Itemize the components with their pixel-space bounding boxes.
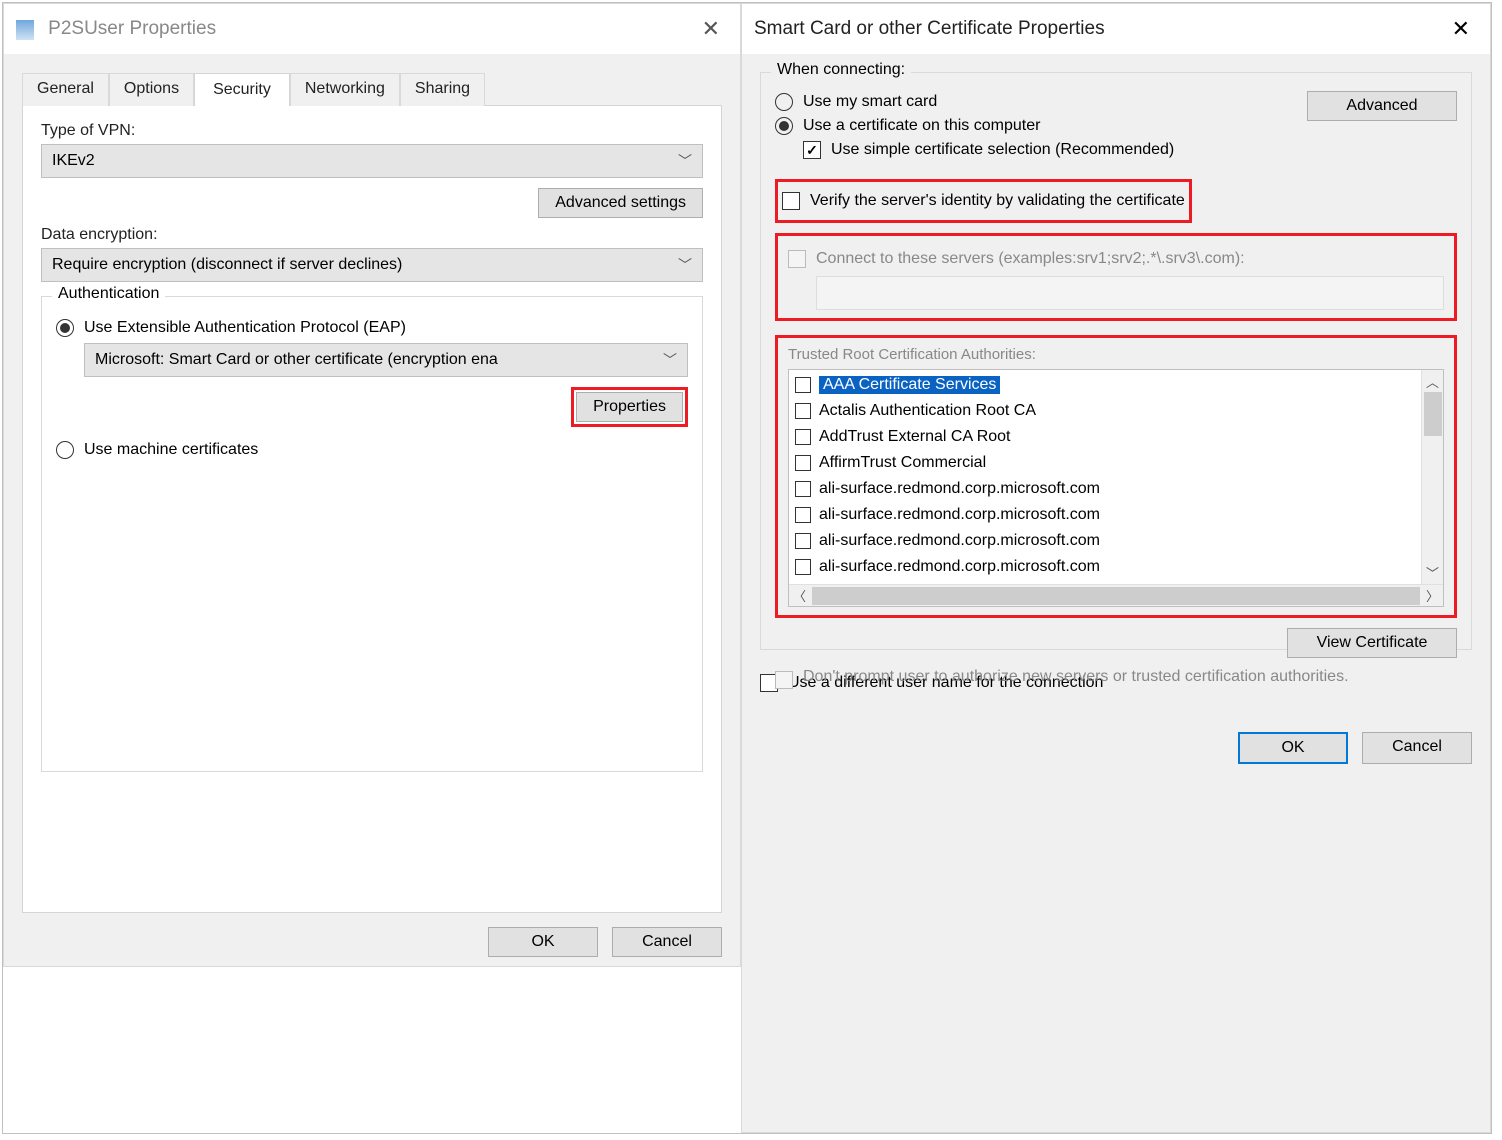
- data-encryption-select[interactable]: Require encryption (disconnect if server…: [41, 248, 703, 282]
- tab-strip: General Options Security Networking Shar…: [22, 72, 722, 105]
- when-connecting-legend: When connecting:: [771, 61, 911, 79]
- ca-list-item[interactable]: ali-surface.redmond.corp.microsoft.com: [795, 476, 1415, 502]
- tab-networking[interactable]: Networking: [290, 73, 400, 106]
- check-simple-selection-label: Use simple certificate selection (Recomm…: [831, 141, 1174, 159]
- view-certificate-button[interactable]: View Certificate: [1287, 628, 1457, 658]
- vpn-type-value: IKEv2: [52, 152, 95, 170]
- radio-use-smartcard-label: Use my smart card: [803, 93, 937, 111]
- check-dont-prompt: Don't prompt user to authorize new serve…: [775, 668, 1457, 689]
- dialog-body: When connecting: Advanced Use my smart c…: [742, 54, 1490, 1132]
- radio-machine-certs-label: Use machine certificates: [84, 441, 258, 459]
- advanced-settings-button[interactable]: Advanced settings: [538, 188, 703, 218]
- scroll-left-icon[interactable]: 〈: [789, 586, 810, 605]
- scroll-right-icon[interactable]: 〉: [1422, 586, 1443, 605]
- ca-item-label: AAA Certificate Services: [819, 376, 1000, 394]
- check-dont-prompt-label: Don't prompt user to authorize new serve…: [803, 668, 1349, 686]
- check-connect-servers: Connect to these servers (examples:srv1;…: [788, 250, 1444, 268]
- ca-list-item[interactable]: AddTrust External CA Root: [795, 424, 1415, 450]
- titlebar: Smart Card or other Certificate Properti…: [742, 4, 1490, 54]
- app-icon: [16, 20, 34, 40]
- tab-sharing[interactable]: Sharing: [400, 73, 485, 106]
- ca-list-item[interactable]: AffirmTrust Commercial: [795, 450, 1415, 476]
- trusted-ca-list[interactable]: AAA Certificate Services Actalis Authenti…: [788, 369, 1444, 607]
- radio-icon: [56, 441, 74, 459]
- smartcard-properties-dialog: Smart Card or other Certificate Properti…: [741, 3, 1491, 1133]
- radio-use-eap-label: Use Extensible Authentication Protocol (…: [84, 319, 406, 337]
- checkbox-icon: [795, 403, 811, 419]
- scroll-down-icon[interactable]: ﹀: [1422, 561, 1443, 584]
- tab-security[interactable]: Security: [194, 73, 290, 106]
- radio-use-eap[interactable]: Use Extensible Authentication Protocol (…: [56, 319, 688, 337]
- ca-item-label: ali-surface.redmond.corp.microsoft.com: [819, 532, 1100, 550]
- cancel-button[interactable]: Cancel: [1362, 732, 1472, 764]
- checkbox-icon: [803, 141, 821, 159]
- checkbox-icon: [775, 671, 793, 689]
- checkbox-icon: [795, 533, 811, 549]
- security-panel: Type of VPN: IKEv2 ﹀ Advanced settings D…: [22, 105, 722, 913]
- ca-item-label: Actalis Authentication Root CA: [819, 402, 1036, 420]
- eap-method-value: Microsoft: Smart Card or other certifica…: [95, 351, 498, 369]
- horizontal-scrollbar[interactable]: 〈 〉: [789, 584, 1443, 606]
- dialog-title: P2SUser Properties: [48, 18, 216, 39]
- data-encryption-value: Require encryption (disconnect if server…: [52, 256, 402, 274]
- ca-item-label: AffirmTrust Commercial: [819, 454, 986, 472]
- checkbox-icon: [795, 455, 811, 471]
- vertical-scrollbar[interactable]: ︿ ﹀: [1421, 370, 1443, 584]
- tab-options[interactable]: Options: [109, 73, 194, 106]
- vpn-type-label: Type of VPN:: [41, 122, 703, 140]
- ca-list-item[interactable]: ali-surface.redmond.corp.microsoft.com: [795, 554, 1415, 580]
- radio-icon: [775, 93, 793, 111]
- vpn-type-select[interactable]: IKEv2 ﹀: [41, 144, 703, 178]
- when-connecting-group: When connecting: Advanced Use my smart c…: [760, 72, 1472, 650]
- ca-list-item[interactable]: AAA Certificate Services: [795, 372, 1415, 398]
- p2suser-properties-dialog: P2SUser Properties ✕ General Options Sec…: [3, 3, 741, 967]
- ca-list-item[interactable]: ali-surface.redmond.corp.microsoft.com: [795, 528, 1415, 554]
- titlebar: P2SUser Properties ✕: [4, 4, 740, 54]
- servers-input: [816, 276, 1444, 310]
- checkbox-icon: [782, 192, 800, 210]
- trusted-root-label: Trusted Root Certification Authorities:: [788, 346, 1444, 363]
- ca-item-label: ali-surface.redmond.corp.microsoft.com: [819, 558, 1100, 576]
- ca-item-label: AddTrust External CA Root: [819, 428, 1011, 446]
- eap-method-select[interactable]: Microsoft: Smart Card or other certifica…: [84, 343, 688, 377]
- check-verify-identity-label: Verify the server's identity by validati…: [810, 192, 1185, 210]
- ok-button[interactable]: OK: [1238, 732, 1348, 764]
- data-encryption-label: Data encryption:: [41, 226, 703, 244]
- advanced-button[interactable]: Advanced: [1307, 91, 1457, 121]
- radio-use-certificate-label: Use a certificate on this computer: [803, 117, 1040, 135]
- properties-button[interactable]: Properties: [576, 392, 683, 422]
- ca-item-label: ali-surface.redmond.corp.microsoft.com: [819, 506, 1100, 524]
- chevron-down-icon: ﹀: [678, 255, 692, 275]
- dialog-body: General Options Security Networking Shar…: [4, 54, 740, 966]
- dialog-title: Smart Card or other Certificate Properti…: [754, 18, 1105, 40]
- ca-list-item[interactable]: ali-surface.redmond.corp.microsoft.com: [795, 502, 1415, 528]
- authentication-group: Authentication Use Extensible Authentica…: [41, 296, 703, 772]
- cancel-button[interactable]: Cancel: [612, 927, 722, 957]
- ok-button[interactable]: OK: [488, 927, 598, 957]
- checkbox-icon: [795, 429, 811, 445]
- checkbox-icon: [795, 377, 811, 393]
- chevron-down-icon: ﹀: [663, 350, 677, 370]
- check-verify-identity[interactable]: Verify the server's identity by validati…: [782, 192, 1185, 210]
- ca-item-label: ali-surface.redmond.corp.microsoft.com: [819, 480, 1100, 498]
- tab-general[interactable]: General: [22, 73, 109, 106]
- radio-icon: [775, 117, 793, 135]
- chevron-down-icon: ﹀: [678, 151, 692, 171]
- close-icon[interactable]: ✕: [1446, 16, 1476, 42]
- check-connect-servers-label: Connect to these servers (examples:srv1;…: [816, 250, 1245, 268]
- checkbox-icon: [788, 250, 806, 268]
- radio-machine-certs[interactable]: Use machine certificates: [56, 441, 688, 459]
- dialog-footer: OK Cancel: [22, 927, 722, 957]
- checkbox-icon: [795, 559, 811, 575]
- radio-icon: [56, 319, 74, 337]
- check-simple-selection[interactable]: Use simple certificate selection (Recomm…: [803, 141, 1457, 159]
- scroll-up-icon[interactable]: ︿: [1422, 370, 1443, 393]
- checkbox-icon: [795, 481, 811, 497]
- scroll-thumb[interactable]: [1424, 392, 1442, 436]
- ca-list-item[interactable]: Actalis Authentication Root CA: [795, 398, 1415, 424]
- close-icon[interactable]: ✕: [696, 16, 726, 42]
- scroll-thumb[interactable]: [812, 587, 1420, 605]
- checkbox-icon: [795, 507, 811, 523]
- authentication-legend: Authentication: [52, 285, 165, 303]
